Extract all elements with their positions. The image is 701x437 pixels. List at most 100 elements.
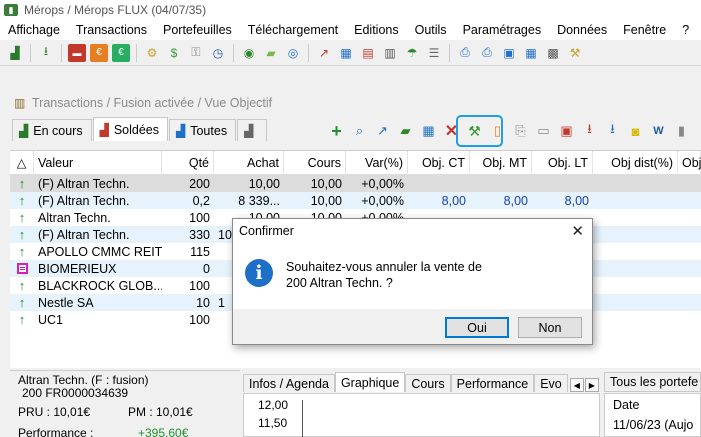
tab-tous-portefeuilles[interactable]: Tous les portefe [604,372,701,392]
date-header: Date [613,398,640,412]
cell-achat: 8 339... [238,193,280,208]
cell-valeur: APOLLO CMMC REIT [38,244,162,259]
print-icon[interactable]: ⎙ [456,44,474,62]
yes-button[interactable]: Oui [445,317,509,338]
tab-soldees[interactable]: ▟ Soldées [92,117,168,141]
transaction-tabs: ▟ En cours ▟ Soldées ▟ Toutes ▟ [12,117,268,141]
col-qte[interactable]: Qté [162,150,214,175]
tab-bank[interactable]: ▟ [237,119,268,141]
attachment-icon[interactable]: ⎘ [512,122,530,140]
highlight-annotation [456,115,503,147]
inner-window-title-bar: ▥ Transactions / Fusion activée / Vue Ob… [10,92,701,114]
cell-valeur: (F) Altran Techn. [38,176,130,191]
list-icon[interactable]: ☰ [425,44,443,62]
sort-icon[interactable]: △ [10,150,34,175]
tab-graphique[interactable]: Graphique [334,372,406,392]
calculator-icon[interactable]: ▩ [544,44,562,62]
menu-bar: Affichage Transactions Portefeuilles Tél… [0,20,701,40]
sold-icon: ▟ [99,122,109,137]
database-icon[interactable]: ◙ [627,122,645,140]
add-icon[interactable]: + [328,121,346,141]
save-icon[interactable]: ▣ [500,44,518,62]
menu-editions[interactable]: Editions [346,23,406,37]
table-row[interactable]: ↑ (F) Altran Techn. 0,2 8 339... 10,00 +… [10,192,701,209]
cell-qte: 115 [190,244,210,259]
document-icon[interactable]: ▤ [359,44,377,62]
list-box-icon [16,263,28,274]
news-icon[interactable]: ▥ [381,44,399,62]
cell-valeur: UC1 [38,312,64,327]
menu-transactions[interactable]: Transactions [68,23,155,37]
area-chart-icon[interactable]: ▰ [262,44,280,62]
main-toolbar: ▟ ⭳ ▬ € € ⚙ $ ⚿ ◷ ◉ ▰ ◎ ↗ ▦ ▤ ▥ ☂ ☰ ⎙ ⎙ … [0,40,701,66]
col-obj-mt[interactable]: Obj. MT [470,150,532,175]
col-cours[interactable]: Cours [284,150,346,175]
line-chart-icon[interactable]: ↗ [315,44,333,62]
app-icon: ▮ [4,4,18,16]
col-obj-ct[interactable]: Obj. CT [408,150,470,175]
key-icon[interactable]: ⚿ [187,44,205,62]
print-preview-icon[interactable]: ⎙ [478,44,496,62]
tab-scroll-left-icon[interactable]: ◀ [569,378,584,392]
col-obj-lt[interactable]: Obj. LT [532,150,593,175]
col-achat[interactable]: Achat [214,150,284,175]
grid-icon[interactable]: ▦ [522,44,540,62]
menu-affichage[interactable]: Affichage [0,23,68,37]
money-icon[interactable]: $ [165,44,183,62]
word-icon[interactable]: W [650,122,668,140]
column-icon: ▥ [14,96,26,110]
menu-telechargement[interactable]: Téléchargement [240,23,346,37]
grid-header: △ Valeur Qté Achat Cours Var(%) Obj. CT … [10,150,701,175]
col-valeur[interactable]: Valeur [34,150,162,175]
toolbar-separator [136,43,137,62]
col-obj[interactable]: Obj [678,150,701,175]
no-button[interactable]: Non [518,317,582,338]
date-row[interactable]: 11/06/23 (Aujo [613,418,700,437]
tab-toutes[interactable]: ▟ Toutes [169,119,237,141]
area-chart-icon[interactable]: ▰ [397,122,415,140]
menu-donnees[interactable]: Données [549,23,615,37]
currency-icon[interactable]: € [112,43,130,62]
cell-qte: 100 [189,210,210,225]
globe-icon[interactable]: ◉ [240,44,258,62]
tab-scroll-right-icon[interactable]: ▶ [584,378,599,392]
portfolio-icon[interactable]: ▟ [6,44,24,62]
tab-evolution[interactable]: Evo [534,374,568,392]
download-icon[interactable]: ⭳ [37,44,55,62]
menu-parametrages[interactable]: Paramétrages [455,23,550,37]
col-obj-dist[interactable]: Obj dist(%) [593,150,678,175]
calendar-icon[interactable]: ▣ [558,122,576,140]
search-icon[interactable]: ⌕ [351,122,369,140]
menu-outils[interactable]: Outils [407,23,455,37]
download-blue-icon[interactable]: ⭳ [604,121,622,140]
window-icon[interactable]: ▭ [535,122,553,140]
menu-fenetre[interactable]: Fenêtre [615,23,674,37]
cell-qte: 0 [203,261,210,276]
grid-icon[interactable]: ▦ [420,122,438,140]
price-chart[interactable]: 12,00 11,50 [243,393,600,437]
wallet-icon[interactable]: ▬ [68,43,86,62]
chart-icon[interactable]: ↗ [374,122,392,140]
table-row[interactable]: ↑ (F) Altran Techn. 200 10,00 10,00 +0,0… [10,175,701,192]
euro-icon[interactable]: € [90,43,108,62]
cell-obj-mt [470,175,532,192]
tab-performance[interactable]: Performance [450,374,535,392]
col-var[interactable]: Var(%) [346,150,408,175]
tab-en-cours[interactable]: ▟ En cours [12,119,92,141]
coins-icon[interactable]: ⚙ [143,44,161,62]
close-icon[interactable]: ✕ [571,222,584,240]
clock-icon[interactable]: ◷ [209,44,227,62]
download-red-icon[interactable]: ⭳ [581,121,599,140]
menu-portefeuilles[interactable]: Portefeuilles [155,23,240,37]
tower-icon[interactable]: ▮ [673,122,691,140]
details-pm: PM : 10,01€ [128,404,193,419]
cell-obj-ct [408,175,470,192]
disc-icon[interactable]: ◎ [284,44,302,62]
menu-help[interactable]: ? [674,23,697,37]
table-icon[interactable]: ▦ [337,44,355,62]
tab-cours[interactable]: Cours [405,374,451,392]
toolbar-separator [61,43,62,62]
tab-infos-agenda[interactable]: Infos / Agenda [243,374,335,392]
tools-icon[interactable]: ⚒ [566,44,584,62]
parachute-icon[interactable]: ☂ [403,44,421,62]
